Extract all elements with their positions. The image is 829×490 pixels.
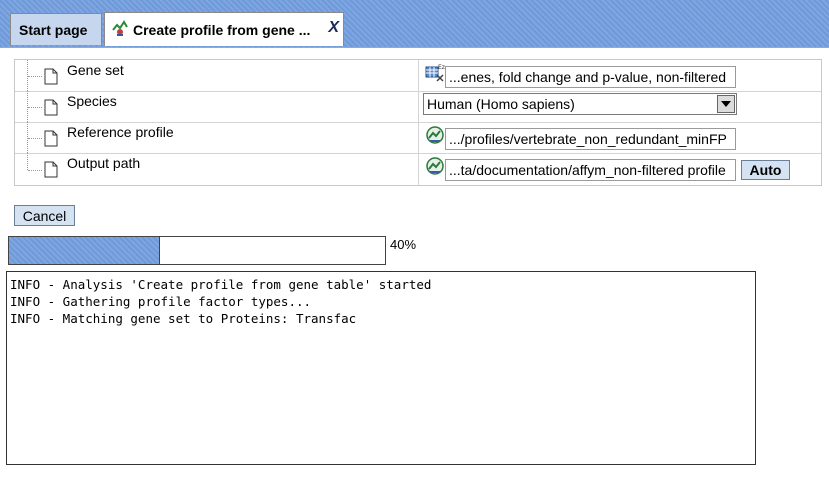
- log-line: INFO - Gathering profile factor types...: [10, 294, 312, 309]
- tab-create-profile-label: Create profile from gene ...: [133, 21, 311, 38]
- species-select[interactable]: Human (Homo sapiens): [423, 93, 737, 115]
- param-row-gene-set: Gene set Ez ...enes, fold change and p-v…: [15, 60, 821, 92]
- param-label-gene-set: Gene set: [67, 62, 124, 78]
- tree-connector: [28, 75, 42, 77]
- document-icon: [44, 99, 58, 119]
- param-row-output-path: Output path ...ta/documentation/affym_no…: [15, 153, 821, 186]
- document-icon: [44, 68, 58, 88]
- tab-create-profile[interactable]: Create profile from gene ... X: [104, 12, 344, 46]
- log-line: INFO - Analysis 'Create profile from gen…: [10, 277, 432, 292]
- progress-percent: 40%: [390, 237, 417, 252]
- param-name-cell: Output path: [15, 153, 419, 186]
- progress-bar: [8, 236, 386, 265]
- profile-icon[interactable]: [425, 156, 445, 179]
- log-line: INFO - Matching gene set to Proteins: Tr…: [10, 311, 357, 326]
- tree-connector: [27, 153, 29, 170]
- tree-connector: [28, 169, 42, 171]
- tab-bar: Start page Create profile from gene ... …: [0, 0, 829, 48]
- table-icon[interactable]: Ez: [425, 63, 445, 86]
- param-label-reference-profile: Reference profile: [67, 124, 174, 140]
- tree-connector: [28, 137, 42, 139]
- svg-text:Ez: Ez: [438, 64, 445, 71]
- auto-button[interactable]: Auto: [741, 160, 790, 180]
- param-value-cell: Ez ...enes, fold change and p-value, non…: [421, 60, 821, 91]
- profile-icon[interactable]: [425, 125, 445, 148]
- param-name-cell: Species: [15, 91, 419, 122]
- param-value-cell: Human (Homo sapiens): [421, 91, 821, 122]
- dropdown-arrow-icon[interactable]: [717, 95, 735, 113]
- analysis-icon: [111, 19, 129, 40]
- param-name-cell: Reference profile: [15, 122, 419, 153]
- param-label-species: Species: [67, 93, 117, 109]
- tab-start-page[interactable]: Start page: [10, 13, 102, 45]
- param-row-reference-profile: Reference profile .../profiles/vertebrat…: [15, 122, 821, 154]
- parameters-table: Gene set Ez ...enes, fold change and p-v…: [14, 59, 822, 186]
- reference-profile-field[interactable]: .../profiles/vertebrate_non_redundant_mi…: [445, 128, 736, 150]
- cancel-button[interactable]: Cancel: [14, 205, 75, 226]
- gene-set-field[interactable]: ...enes, fold change and p-value, non-fi…: [445, 66, 736, 88]
- tab-start-page-label: Start page: [19, 21, 88, 38]
- log-output[interactable]: INFO - Analysis 'Create profile from gen…: [6, 271, 756, 465]
- param-label-output-path: Output path: [67, 155, 141, 171]
- close-tab-icon[interactable]: X: [328, 19, 339, 37]
- tree-connector: [28, 106, 42, 108]
- param-row-species: Species Human (Homo sapiens): [15, 91, 821, 123]
- param-name-cell: Gene set: [15, 60, 419, 91]
- param-value-cell: ...ta/documentation/affym_non-filtered p…: [421, 153, 821, 186]
- param-value-cell: .../profiles/vertebrate_non_redundant_mi…: [421, 122, 821, 153]
- progress-bar-fill: [9, 237, 161, 264]
- species-select-value: Human (Homo sapiens): [427, 96, 575, 112]
- output-path-field[interactable]: ...ta/documentation/affym_non-filtered p…: [445, 159, 736, 181]
- document-icon: [44, 161, 58, 181]
- document-icon: [44, 130, 58, 150]
